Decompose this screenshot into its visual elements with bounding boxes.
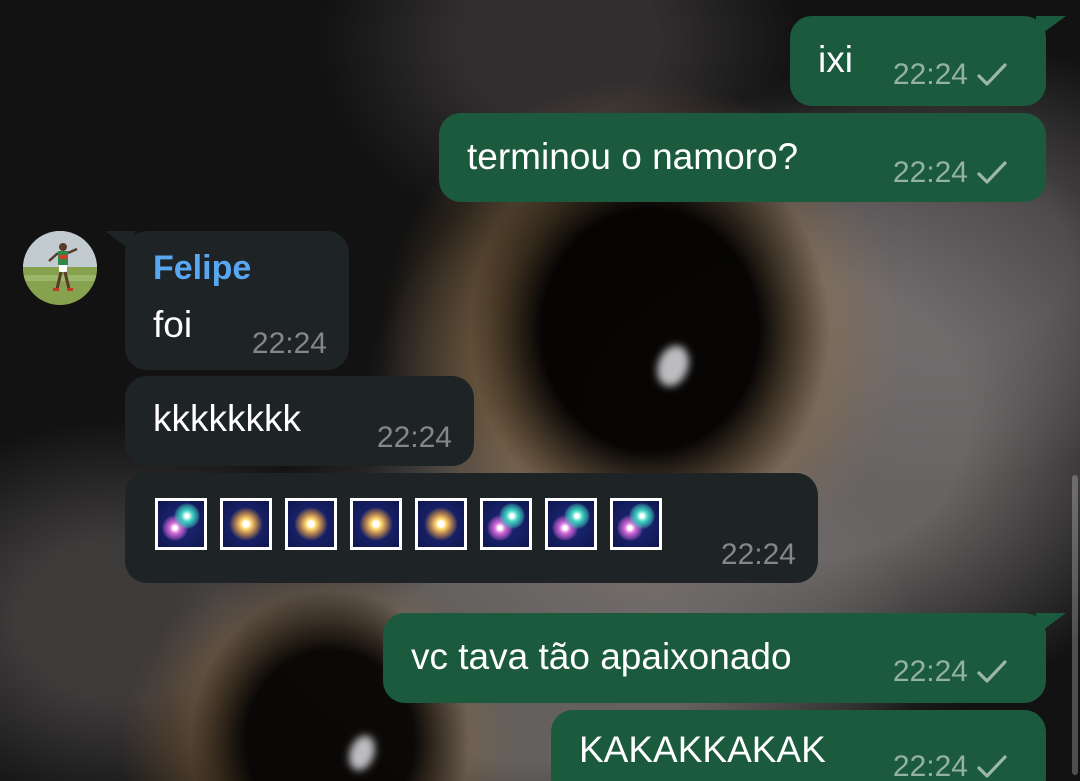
message-time: 22:24 <box>892 750 968 781</box>
message-meta: 22:24 <box>893 750 1008 781</box>
avatar-photo <box>23 231 97 305</box>
chat-view[interactable]: ixi 22:24 terminou o namoro? 22:24 Felip… <box>0 0 1080 781</box>
avatar-felipe[interactable] <box>23 231 97 305</box>
sender-name[interactable]: Felipe <box>153 249 251 288</box>
bubble-tail <box>1036 613 1066 635</box>
message-bubble-incoming[interactable]: 22:24 <box>125 473 818 583</box>
message-meta: 22:24 <box>252 327 327 361</box>
sparkler-emoji-icon <box>220 498 272 550</box>
fireworks-emoji-icon <box>545 498 597 550</box>
check-icon <box>976 754 1008 780</box>
check-icon <box>976 62 1008 88</box>
message-time: 22:24 <box>892 156 968 189</box>
message-time: 22:24 <box>892 655 968 688</box>
fireworks-emoji-icon <box>480 498 532 550</box>
fireworks-emoji-icon <box>610 498 662 550</box>
message-meta: 22:24 <box>893 156 1008 190</box>
message-meta: 22:24 <box>893 58 1008 92</box>
message-bubble-outgoing[interactable]: terminou o namoro? 22:24 <box>439 113 1046 202</box>
message-bubble-incoming[interactable]: Felipe foi 22:24 <box>105 231 349 370</box>
wallpaper-eye-glint <box>344 731 380 775</box>
message-text: vc tava tão apaixonado <box>411 636 792 677</box>
message-meta: 22:24 <box>893 655 1008 689</box>
message-bubble-incoming[interactable]: kkkkkkkk 22:24 <box>125 376 474 466</box>
message-text: foi <box>153 304 193 345</box>
message-time: 22:24 <box>720 538 796 571</box>
message-time: 22:24 <box>376 421 452 454</box>
message-text: kkkkkkkk <box>153 398 301 439</box>
message-meta: 22:24 <box>377 421 452 455</box>
message-text: ixi <box>818 39 853 80</box>
sparkler-emoji-icon <box>350 498 402 550</box>
bubble-tail <box>1036 16 1066 38</box>
bubble-tail <box>105 231 135 253</box>
message-time: 22:24 <box>251 327 327 360</box>
check-icon <box>976 160 1008 186</box>
message-bubble-outgoing[interactable]: vc tava tão apaixonado 22:24 <box>383 613 1066 703</box>
message-text: KAKAKKAKAK <box>579 729 826 770</box>
scrollbar[interactable] <box>1072 475 1078 775</box>
message-bubble-outgoing[interactable]: KAKAKKAKAK 22:24 <box>551 710 1046 781</box>
wallpaper-eye-glint <box>651 341 695 391</box>
check-icon <box>976 659 1008 685</box>
sparkler-emoji-icon <box>285 498 337 550</box>
message-bubble-outgoing[interactable]: ixi 22:24 <box>790 16 1066 106</box>
message-meta: 22:24 <box>721 538 796 572</box>
message-time: 22:24 <box>892 58 968 91</box>
message-text: terminou o namoro? <box>467 136 799 177</box>
emoji-row <box>155 498 662 550</box>
fireworks-emoji-icon <box>155 498 207 550</box>
sparkler-emoji-icon <box>415 498 467 550</box>
